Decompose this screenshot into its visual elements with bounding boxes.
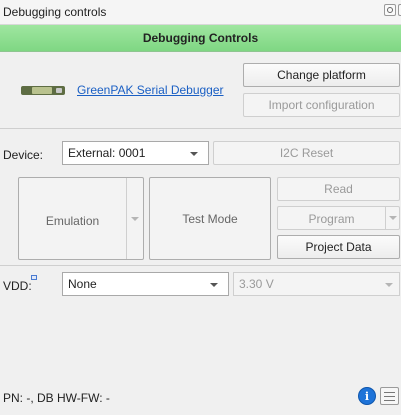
panel-title: Debugging controls bbox=[3, 5, 107, 19]
device-select-value: External: 0001 bbox=[68, 146, 146, 160]
change-platform-label: Change platform bbox=[277, 68, 366, 82]
vdd-info-icon[interactable] bbox=[31, 275, 37, 280]
chevron-down-icon bbox=[385, 283, 393, 287]
vdd-label: VDD: bbox=[3, 279, 32, 293]
vdd-voltage-select[interactable]: 3.30 V bbox=[233, 272, 400, 296]
log-list-icon[interactable] bbox=[380, 387, 399, 405]
header-bar: Debugging Controls bbox=[0, 25, 401, 52]
chevron-down-icon bbox=[190, 152, 198, 156]
vdd-voltage-value: 3.30 V bbox=[239, 277, 274, 291]
read-button[interactable]: Read bbox=[277, 177, 400, 201]
panel-titlebar: Debugging controls bbox=[0, 0, 401, 25]
import-configuration-label: Import configuration bbox=[268, 98, 375, 112]
status-text: PN: -, DB HW-FW: - bbox=[3, 391, 110, 405]
project-data-label: Project Data bbox=[305, 240, 372, 254]
project-data-button[interactable]: Project Data bbox=[277, 235, 400, 259]
device-select[interactable]: External: 0001 bbox=[62, 141, 209, 165]
emulation-label: Emulation bbox=[45, 214, 100, 228]
emulation-button[interactable]: Emulation bbox=[18, 177, 144, 260]
i2c-reset-button[interactable]: I2C Reset bbox=[213, 141, 400, 165]
import-configuration-button[interactable]: Import configuration bbox=[243, 93, 400, 117]
read-label: Read bbox=[324, 182, 353, 196]
chevron-down-icon bbox=[210, 283, 218, 287]
change-platform-button[interactable]: Change platform bbox=[243, 63, 400, 87]
greenpak-board-icon bbox=[21, 86, 65, 95]
i2c-reset-label: I2C Reset bbox=[279, 146, 334, 160]
panel-options-icon[interactable] bbox=[384, 4, 396, 16]
program-label: Program bbox=[308, 212, 355, 226]
test-mode-label: Test Mode bbox=[182, 211, 238, 226]
info-icon[interactable]: i bbox=[358, 387, 376, 405]
separator bbox=[0, 128, 401, 129]
separator bbox=[0, 265, 401, 266]
emulation-split-divider bbox=[126, 178, 127, 259]
chevron-down-icon[interactable] bbox=[131, 217, 139, 221]
chevron-down-icon[interactable] bbox=[389, 216, 397, 220]
vdd-select[interactable]: None bbox=[62, 272, 229, 296]
greenpak-serial-debugger-link[interactable]: GreenPAK Serial Debugger bbox=[77, 83, 224, 97]
device-label: Device: bbox=[3, 148, 44, 162]
test-mode-button[interactable]: Test Mode bbox=[149, 177, 271, 260]
header-title: Debugging Controls bbox=[142, 31, 259, 45]
program-split-divider bbox=[385, 207, 386, 229]
program-button[interactable]: Program bbox=[277, 206, 400, 230]
vdd-select-value: None bbox=[68, 277, 97, 291]
